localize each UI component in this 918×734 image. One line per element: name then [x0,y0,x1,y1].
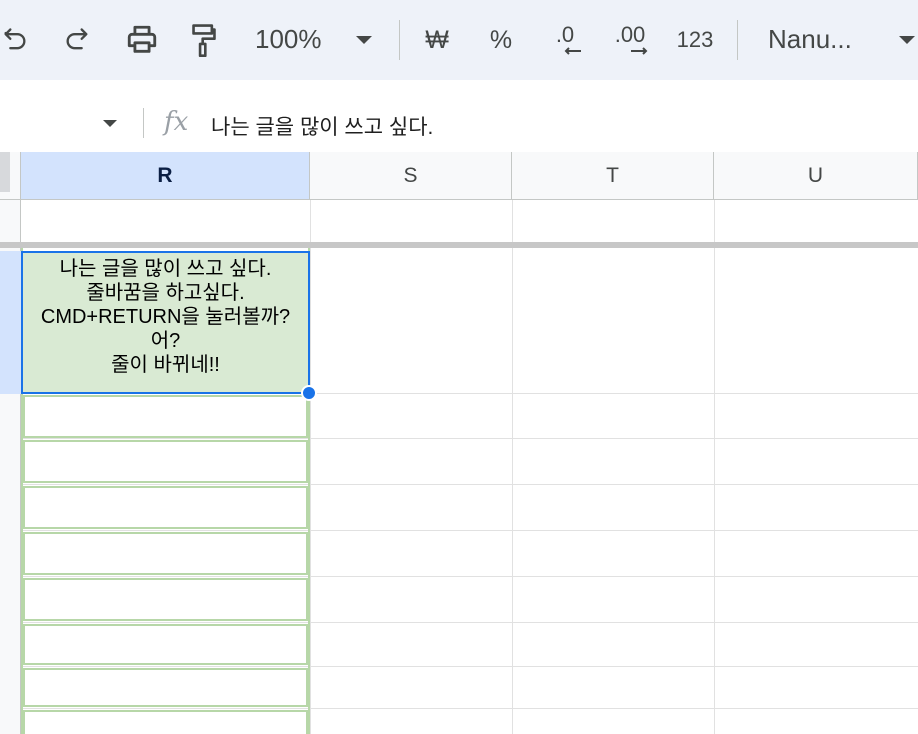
undo-button[interactable] [0,0,30,80]
decrease-decimal-label: .0 [555,22,575,47]
cell-r[interactable] [23,624,308,665]
cell-r[interactable] [23,486,308,529]
print-icon [127,25,157,53]
arrow-left-icon [564,47,581,55]
column-header-s[interactable]: S [310,152,512,200]
cell-text-line: 줄이 바뀌네!! [111,354,220,376]
percent-format-button[interactable]: % [484,0,518,80]
column-header-r[interactable]: R [21,152,310,200]
undo-icon [4,28,26,50]
zoom-dropdown[interactable] [352,0,376,80]
column-header-u[interactable]: U [714,152,918,200]
redo-icon [66,28,88,50]
currency-format-button[interactable]: ₩ [420,0,454,80]
cell-r[interactable] [23,532,308,575]
formula-input[interactable]: 나는 글을 많이 쓰고 싶다. [211,111,433,141]
cell-r[interactable] [23,578,308,621]
grid-line [310,200,311,734]
select-all-corner[interactable] [0,152,21,200]
decrease-decimal-button[interactable]: .0 [544,0,586,80]
active-cell[interactable]: 나는 글을 많이 쓰고 싶다. 줄바꿈을 하고싶다. CMD+RETURN을 눌… [21,251,310,394]
cell-r[interactable] [23,668,308,707]
cell-r[interactable] [23,710,308,734]
toolbar: 100% ₩ % .0 .00 123 Nanu... [0,0,918,80]
caret-down-icon [356,36,372,44]
grid-line [714,200,715,734]
cell-r[interactable] [23,440,308,483]
font-dropdown[interactable] [896,0,918,80]
cell-text-line: 어? [150,330,181,352]
grid-line [512,200,513,734]
print-button[interactable] [122,0,162,80]
increase-decimal-button[interactable]: .00 [606,0,654,80]
number-format-button[interactable]: 123 [672,0,718,80]
caret-down-icon [899,36,915,44]
increase-decimal-label: .00 [614,22,646,47]
arrow-right-icon [631,47,648,55]
toolbar-divider [737,20,738,60]
function-icon: fx [164,107,189,137]
paint-format-button[interactable] [186,0,222,80]
cell-text-line: CMD+RETURN을 눌러볼까? [40,306,291,328]
font-select[interactable]: Nanu... [768,24,852,55]
cell-text-line: 줄바꿈을 하고싶다. [86,282,245,304]
name-box-dropdown[interactable] [98,83,122,163]
redo-button[interactable] [60,0,94,80]
toolbar-divider [399,20,400,60]
zoom-select[interactable]: 100% [255,24,322,55]
selected-row-header[interactable] [0,251,21,394]
spreadsheet-grid: R S T U 나는 글을 많이 쓰고 싶다. 줄바꿈을 하고싶다. CMD+R… [0,152,918,734]
formula-bar: fx 나는 글을 많이 쓰고 싶다. [0,95,918,152]
cell-text-line: 나는 글을 많이 쓰고 싶다. [59,258,272,280]
paint-format-icon [192,24,216,57]
cell-r[interactable] [23,395,308,438]
caret-down-icon [103,119,117,127]
column-header-t[interactable]: T [512,152,714,200]
fill-handle[interactable] [301,385,317,401]
formula-divider [143,108,144,138]
